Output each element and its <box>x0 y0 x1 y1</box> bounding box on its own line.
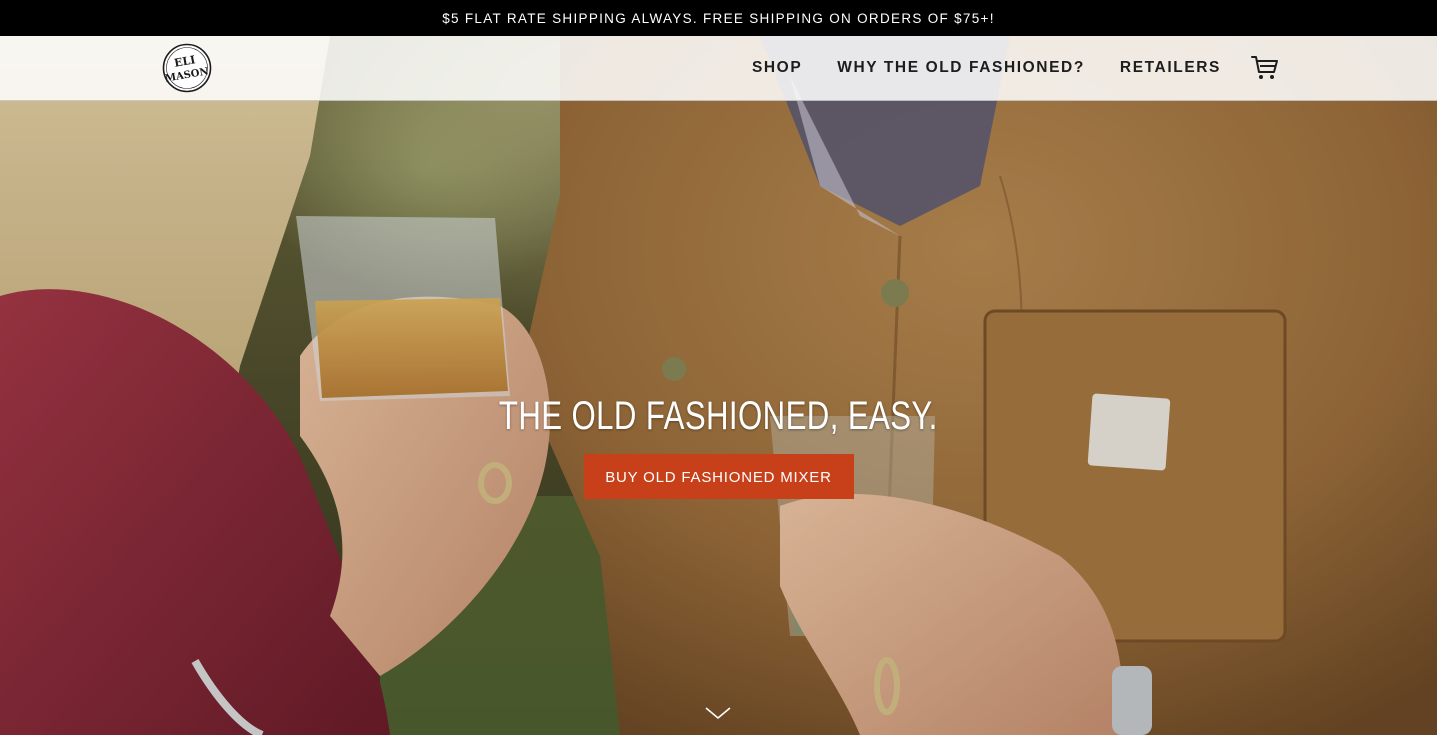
buy-mixer-button[interactable]: BUY OLD FASHIONED MIXER <box>583 454 854 499</box>
announcement-text: $5 FLAT RATE SHIPPING ALWAYS. FREE SHIPP… <box>442 10 995 26</box>
cart-icon[interactable] <box>1251 54 1279 82</box>
site-header: ELI MASON SHOP WHY THE OLD FASHIONED? RE… <box>0 36 1437 101</box>
hero-section <box>0 36 1437 735</box>
hero-overlay <box>0 36 1437 735</box>
hero-title: THE OLD FASHIONED, EASY. <box>499 394 938 438</box>
nav-retailers[interactable]: RETAILERS <box>1120 59 1221 77</box>
main-nav: SHOP WHY THE OLD FASHIONED? RETAILERS <box>752 36 1437 100</box>
nav-shop[interactable]: SHOP <box>752 59 802 77</box>
nav-why-the-old-fashioned[interactable]: WHY THE OLD FASHIONED? <box>837 59 1085 77</box>
chevron-down-icon[interactable] <box>705 705 731 721</box>
eli-mason-logo[interactable]: ELI MASON <box>162 43 212 93</box>
hero-content: THE OLD FASHIONED, EASY. BUY OLD FASHION… <box>0 394 1437 499</box>
announcement-bar: $5 FLAT RATE SHIPPING ALWAYS. FREE SHIPP… <box>0 0 1437 36</box>
cart-icon-svg <box>1251 56 1278 79</box>
